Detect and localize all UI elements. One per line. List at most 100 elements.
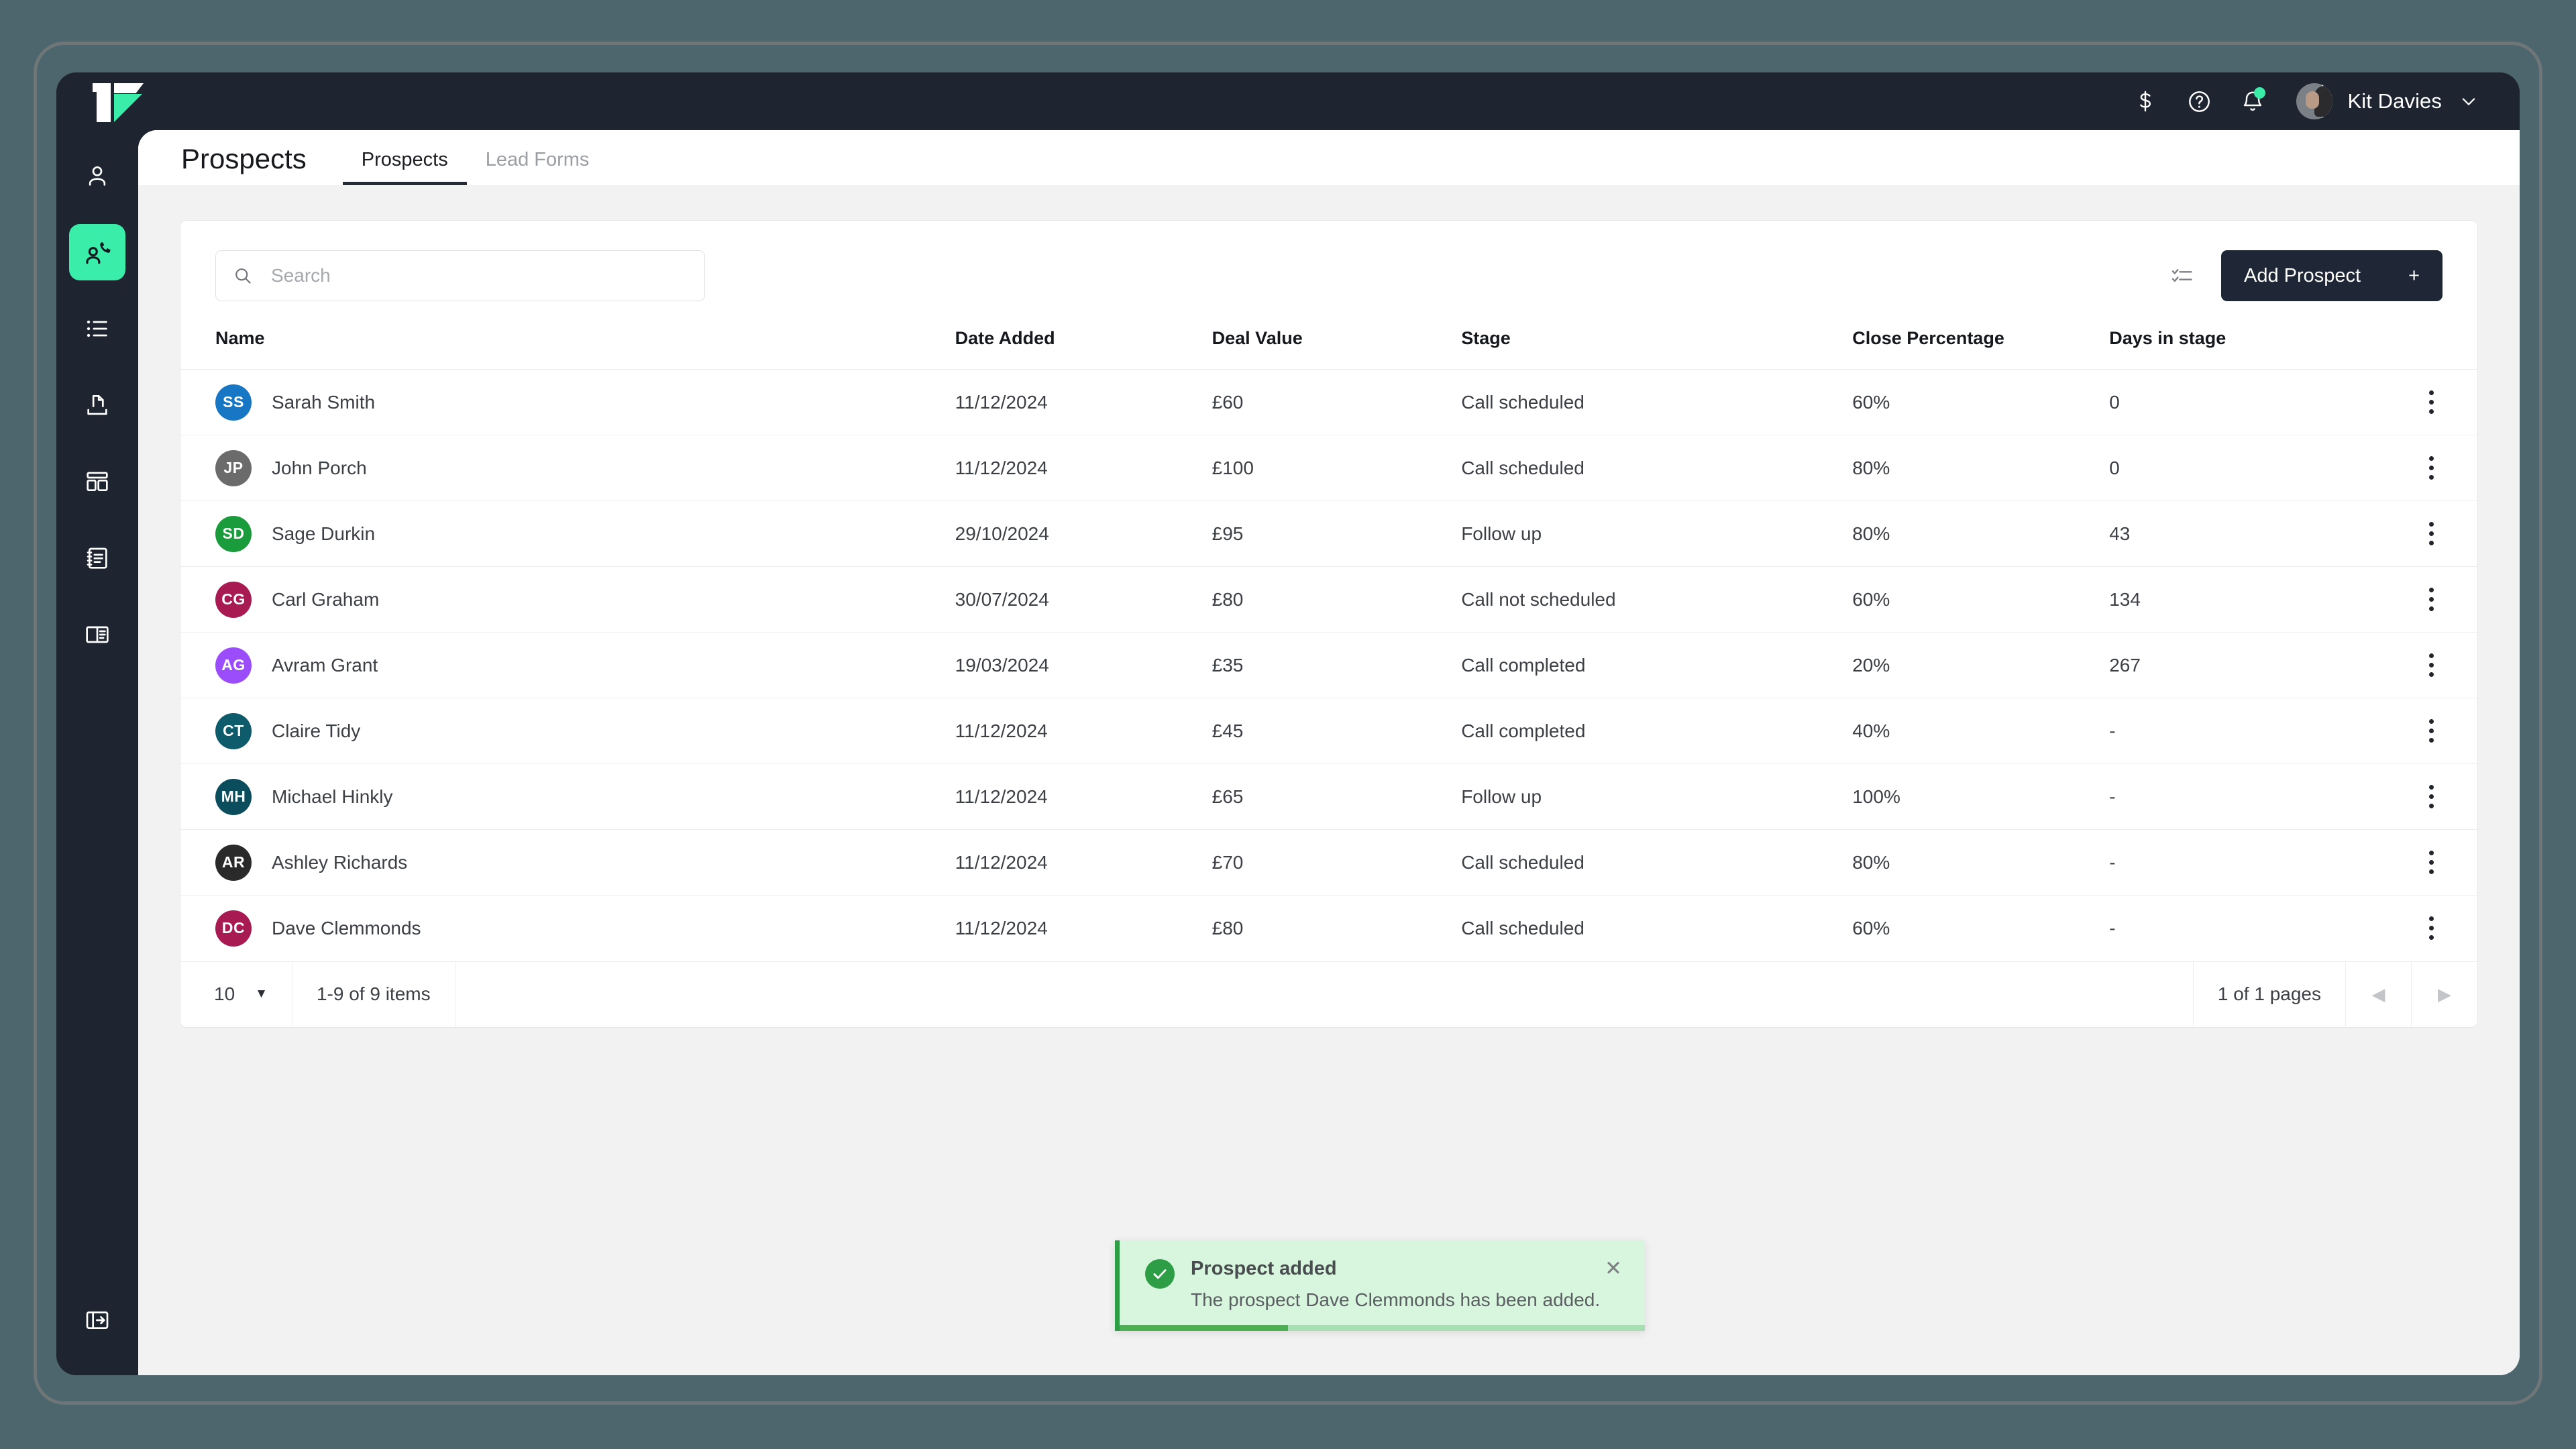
kebab-menu-icon[interactable] (2385, 916, 2477, 941)
column-header-days[interactable]: Days in stage (2109, 321, 2385, 370)
table-row[interactable]: SD Sage Durkin 29/10/2024 £95 Follow up 80% 43 (180, 500, 2477, 567)
user-menu[interactable]: Kit Davies (2296, 83, 2478, 119)
notifications-icon[interactable] (2232, 80, 2273, 122)
toast-message: The prospect Dave Clemmonds has been add… (1191, 1289, 1601, 1310)
cell-stage: Call scheduled (1461, 369, 1853, 435)
cell-deal-value: £95 (1212, 500, 1462, 567)
column-header-actions (2385, 321, 2477, 370)
kebab-menu-icon[interactable] (2385, 588, 2477, 611)
cell-name: SD Sage Durkin (180, 500, 955, 567)
kebab-menu-icon[interactable] (2385, 719, 2477, 743)
sidebar-item-prospects[interactable] (69, 224, 125, 280)
cell-close-percentage: 60% (1852, 895, 2110, 961)
cell-stage: Call not scheduled (1461, 566, 1853, 633)
cell-days-in-stage: 267 (2109, 632, 2385, 698)
avatar: AG (215, 647, 252, 684)
top-bar: Kit Davies (56, 72, 2520, 130)
next-page-button[interactable]: ▶ (2412, 962, 2477, 1027)
kebab-menu-icon[interactable] (2385, 390, 2477, 414)
cell-date-added: 11/12/2024 (955, 698, 1212, 764)
checklist-icon[interactable] (2170, 264, 2194, 288)
table-row[interactable]: JP John Porch 11/12/2024 £100 Call scheduled… (180, 435, 2477, 501)
cell-days-in-stage: 43 (2109, 500, 2385, 567)
cell-close-percentage: 40% (1852, 698, 2110, 764)
cell-close-percentage: 100% (1852, 763, 2110, 830)
search-field (215, 250, 705, 301)
cell-close-percentage: 60% (1852, 566, 2110, 633)
column-header-stage[interactable]: Stage (1461, 321, 1852, 370)
cell-stage: Call scheduled (1461, 829, 1853, 896)
table-row[interactable]: AG Avram Grant 19/03/2024 £35 Call completed… (180, 632, 2477, 698)
user-name: Kit Davies (2347, 89, 2442, 113)
table-row[interactable]: DC Dave Clemmonds 11/12/2024 £80 Call schedu… (180, 895, 2477, 961)
panel-expand-icon (84, 1307, 111, 1334)
sidebar-item-notes[interactable] (69, 530, 125, 586)
table-row[interactable]: AR Ashley Richards 11/12/2024 £70 Call sched… (180, 829, 2477, 896)
column-header-value[interactable]: Deal Value (1212, 321, 1462, 370)
search-input[interactable] (215, 250, 705, 301)
kebab-menu-icon[interactable] (2385, 522, 2477, 545)
table-row[interactable]: SS Sarah Smith 11/12/2024 £60 Call scheduled… (180, 369, 2477, 435)
toast-texts: Prospect added The prospect Dave Clemmon… (1191, 1258, 1600, 1311)
tab-prospects[interactable]: Prospects (342, 150, 467, 185)
sidebar-item-library[interactable] (69, 606, 125, 663)
prospect-name: Michael Hinkly (272, 786, 393, 807)
prospects-table: Name Date Added Deal Value Stage Close P… (180, 321, 2477, 961)
kebab-menu-icon[interactable] (2385, 785, 2477, 808)
dollar-icon[interactable] (2125, 80, 2166, 122)
prospect-name: Sage Durkin (272, 523, 376, 544)
cell-name: CT Claire Tidy (180, 698, 955, 764)
kebab-menu-icon[interactable] (2385, 851, 2477, 874)
sidebar-item-dashboard[interactable] (69, 453, 125, 510)
cell-deal-value: £65 (1212, 763, 1462, 830)
cell-deal-value: £70 (1212, 829, 1462, 896)
cell-close-percentage: 80% (1852, 829, 2110, 896)
cell-days-in-stage: - (2109, 829, 2385, 896)
cell-actions (2385, 632, 2477, 698)
cell-date-added: 30/07/2024 (955, 566, 1212, 633)
cell-close-percentage: 20% (1852, 632, 2110, 698)
cell-name: MH Michael Hinkly (180, 763, 955, 830)
pages-label: 1 of 1 pages (2194, 961, 2346, 1027)
person-icon (84, 162, 111, 189)
cell-deal-value: £100 (1212, 435, 1462, 501)
cell-close-percentage: 80% (1852, 500, 2110, 567)
tab-lead-forms[interactable]: Lead Forms (467, 150, 608, 185)
close-icon[interactable]: ✕ (1605, 1258, 1622, 1279)
sidebar-item-lists[interactable] (69, 301, 125, 357)
cell-stage: Follow up (1461, 500, 1853, 567)
column-header-date[interactable]: Date Added (955, 321, 1212, 370)
cell-actions (2385, 829, 2477, 896)
column-header-name[interactable]: Name (180, 321, 955, 370)
toast-row: Prospect added The prospect Dave Clemmon… (1145, 1258, 1622, 1311)
list-icon (84, 315, 111, 342)
pagination-spacer (455, 961, 2194, 1027)
brand-logo[interactable] (93, 79, 145, 123)
kebab-menu-icon[interactable] (2385, 653, 2477, 677)
main-area: Add Prospect + Name Date Added Deal Valu… (138, 185, 2520, 1375)
sidebar-item-uploads[interactable] (69, 377, 125, 433)
column-header-close[interactable]: Close Percentage (1852, 321, 2109, 370)
cell-actions (2385, 895, 2477, 961)
table-body: SS Sarah Smith 11/12/2024 £60 Call scheduled… (180, 369, 2477, 961)
logo-one-stem (97, 83, 111, 122)
sidebar-item-contacts[interactable] (69, 148, 125, 204)
sidebar-expand-icon[interactable] (69, 1292, 125, 1348)
cell-date-added: 11/12/2024 (955, 435, 1212, 501)
table-row[interactable]: MH Michael Hinkly 11/12/2024 £65 Follow up 10… (180, 763, 2477, 830)
page-size-value: 10 (214, 983, 235, 1004)
kebab-menu-icon[interactable] (2385, 456, 2477, 480)
table-row[interactable]: CG Carl Graham 30/07/2024 £80 Call not sched… (180, 566, 2477, 633)
success-check-icon (1145, 1259, 1175, 1289)
table-row[interactable]: CT Claire Tidy 11/12/2024 £45 Call completed… (180, 698, 2477, 764)
help-icon[interactable] (2178, 80, 2220, 122)
cell-date-added: 29/10/2024 (955, 500, 1212, 567)
page-size-select[interactable]: 10 ▼ (180, 961, 292, 1027)
cell-deal-value: £35 (1212, 632, 1462, 698)
cell-stage: Follow up (1461, 763, 1853, 830)
cell-name: AR Ashley Richards (180, 829, 955, 896)
previous-page-button[interactable]: ◀ (2346, 961, 2412, 1027)
chevron-down-icon[interactable] (2459, 92, 2478, 111)
add-prospect-button[interactable]: Add Prospect + (2221, 250, 2443, 301)
avatar: MH (215, 778, 252, 815)
